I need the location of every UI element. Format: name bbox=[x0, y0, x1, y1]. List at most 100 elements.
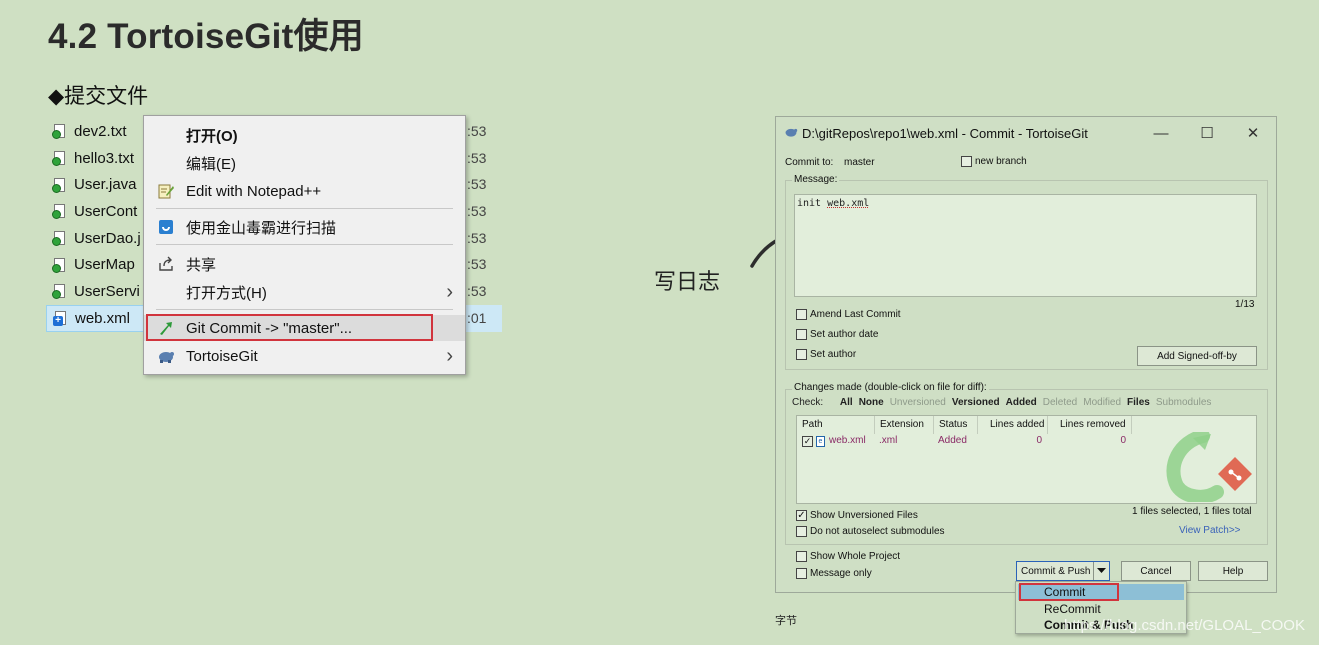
file-name: UserDao.j bbox=[74, 229, 141, 247]
file-list-item[interactable]: + web.xml bbox=[46, 304, 146, 332]
file-committed-icon bbox=[52, 283, 68, 300]
file-time: :53 bbox=[467, 176, 487, 193]
file-time-column: :53:53:53:53:53:53:53:01 bbox=[466, 118, 502, 332]
dialog-title: D:\gitRepos\repo1\web.xml - Commit - Tor… bbox=[802, 125, 1088, 141]
file-list: dev2.txt hello3.txt User.java UserCont UserD… bbox=[46, 118, 146, 332]
filter-submodules[interactable]: Submodules bbox=[1156, 397, 1212, 408]
column-header-lines-added[interactable]: Lines added bbox=[978, 416, 1048, 434]
commit-highlight bbox=[1019, 583, 1119, 601]
file-committed-icon bbox=[52, 203, 68, 220]
set-author-checkbox[interactable]: Set author bbox=[796, 349, 856, 360]
commit-message-input[interactable]: init web.xml bbox=[794, 194, 1257, 297]
column-header-extension[interactable]: Extension bbox=[875, 416, 934, 434]
filter-unversioned[interactable]: Unversioned bbox=[890, 397, 946, 408]
changes-table: Path Extension Status Lines added Lines … bbox=[796, 415, 1257, 504]
notepad-icon bbox=[156, 181, 176, 201]
file-committed-icon bbox=[52, 177, 68, 193]
filter-files[interactable]: Files bbox=[1127, 397, 1150, 408]
message-label: Message: bbox=[792, 174, 840, 185]
view-patch-link[interactable]: View Patch>> bbox=[1179, 525, 1241, 536]
file-time: :53 bbox=[467, 229, 487, 246]
file-name: UserMap bbox=[74, 256, 135, 274]
file-name: web.xml bbox=[75, 309, 131, 327]
show-whole-project-checkbox[interactable]: Show Whole Project bbox=[796, 551, 900, 562]
menu-item-edit[interactable]: 编辑(E) bbox=[144, 150, 465, 176]
file-time: :53 bbox=[467, 256, 487, 273]
files-selected-text: 1 files selected, 1 files total bbox=[1132, 506, 1252, 517]
file-name: User.java bbox=[74, 176, 137, 194]
file-list-item[interactable]: UserDao.j bbox=[46, 225, 146, 252]
column-header-path[interactable]: Path bbox=[797, 416, 875, 434]
checkbox-box bbox=[796, 349, 807, 360]
show-unversioned-checkbox[interactable]: ✓ Show Unversioned Files bbox=[796, 510, 918, 521]
section-subtitle: ◆提交文件 bbox=[48, 85, 149, 108]
no-autoselect-checkbox[interactable]: Do not autoselect submodules bbox=[796, 526, 945, 537]
checkbox-box bbox=[796, 551, 807, 562]
filter-all[interactable]: All bbox=[840, 397, 853, 408]
file-time: :53 bbox=[467, 123, 487, 139]
file-committed-icon bbox=[52, 257, 68, 273]
file-time: :53 bbox=[467, 149, 487, 166]
commit-dialog: D:\gitRepos\repo1\web.xml - Commit - Tor… bbox=[775, 116, 1277, 593]
share-icon bbox=[156, 254, 176, 274]
filter-none[interactable]: None bbox=[859, 397, 884, 408]
checkbox-box bbox=[796, 309, 807, 320]
chevron-right-icon: › bbox=[446, 280, 453, 303]
close-button[interactable]: ✕ bbox=[1230, 117, 1276, 149]
column-header-status[interactable]: Status bbox=[934, 416, 978, 434]
checkbox-box bbox=[961, 156, 972, 167]
checkbox-box bbox=[796, 568, 807, 579]
add-signed-off-button[interactable]: Add Signed-off-by bbox=[1137, 346, 1257, 366]
checkbox-box bbox=[796, 329, 807, 340]
annotation-text: 写日志 bbox=[654, 270, 721, 295]
menu-item-open-with[interactable]: 打开方式(H) › bbox=[144, 279, 465, 305]
file-icon: e bbox=[816, 435, 825, 447]
checkbox-box: ✓ bbox=[796, 510, 807, 521]
page-title: 4.2 TortoiseGit使用 bbox=[48, 17, 364, 56]
maximize-button[interactable]: ☐ bbox=[1184, 117, 1230, 149]
dropdown-item-recommit[interactable]: ReCommit bbox=[1018, 601, 1184, 617]
tortoisegit-icon bbox=[156, 346, 176, 366]
menu-item-share[interactable]: 共享 bbox=[144, 251, 465, 277]
git-commit-highlight bbox=[146, 314, 433, 341]
cancel-button[interactable]: Cancel bbox=[1121, 561, 1191, 581]
file-list-item[interactable]: UserMap bbox=[46, 251, 146, 278]
file-list-item[interactable]: dev2.txt bbox=[46, 118, 146, 145]
tortoisegit-logo-icon bbox=[1166, 432, 1252, 502]
shield-icon bbox=[156, 217, 176, 237]
file-committed-icon bbox=[52, 123, 68, 140]
filter-deleted[interactable]: Deleted bbox=[1043, 397, 1077, 408]
amend-checkbox[interactable]: Amend Last Commit bbox=[796, 309, 901, 320]
file-time: :53 bbox=[467, 203, 487, 220]
chevron-down-icon[interactable] bbox=[1093, 562, 1109, 580]
table-row[interactable]: ✓ e web.xml .xml Added 0 0 bbox=[797, 434, 1132, 448]
set-author-date-checkbox[interactable]: Set author date bbox=[796, 329, 878, 340]
file-time: :01 bbox=[466, 304, 502, 332]
file-list-item[interactable]: User.java bbox=[46, 171, 146, 198]
menu-item-tortoisegit[interactable]: TortoiseGit › bbox=[144, 343, 465, 369]
column-header-lines-removed[interactable]: Lines removed bbox=[1048, 416, 1132, 434]
message-counter: 1/13 bbox=[1235, 299, 1255, 310]
menu-item-scan[interactable]: 使用金山毒霸进行扫描 bbox=[144, 214, 465, 240]
menu-item-open[interactable]: 打开(O) bbox=[144, 122, 465, 148]
file-list-item[interactable]: UserServi bbox=[46, 278, 146, 305]
filter-modified[interactable]: Modified bbox=[1083, 397, 1121, 408]
file-name: hello3.txt bbox=[74, 149, 135, 167]
menu-item-notepadpp[interactable]: Edit with Notepad++ bbox=[144, 178, 465, 204]
tortoisegit-icon bbox=[784, 125, 798, 142]
file-name: UserServi bbox=[74, 282, 140, 300]
filter-bar: Check: All None Unversioned Versioned Added D… bbox=[792, 397, 1212, 408]
minimize-button[interactable]: — bbox=[1138, 117, 1184, 149]
filter-versioned[interactable]: Versioned bbox=[952, 397, 1000, 408]
row-checkbox[interactable]: ✓ bbox=[802, 435, 813, 447]
file-list-item[interactable]: hello3.txt bbox=[46, 145, 146, 172]
commit-push-button[interactable]: Commit & Push bbox=[1016, 561, 1110, 581]
new-branch-checkbox[interactable]: new branch bbox=[961, 156, 1027, 167]
watermark: https://blog.csdn.net/GLOAL_COOK bbox=[1064, 617, 1305, 634]
help-button[interactable]: Help bbox=[1198, 561, 1268, 581]
message-only-checkbox[interactable]: Message only bbox=[796, 568, 872, 579]
dialog-titlebar: D:\gitRepos\repo1\web.xml - Commit - Tor… bbox=[776, 117, 1276, 149]
file-name: dev2.txt bbox=[74, 122, 127, 140]
file-list-item[interactable]: UserCont bbox=[46, 198, 146, 225]
filter-added[interactable]: Added bbox=[1006, 397, 1037, 408]
